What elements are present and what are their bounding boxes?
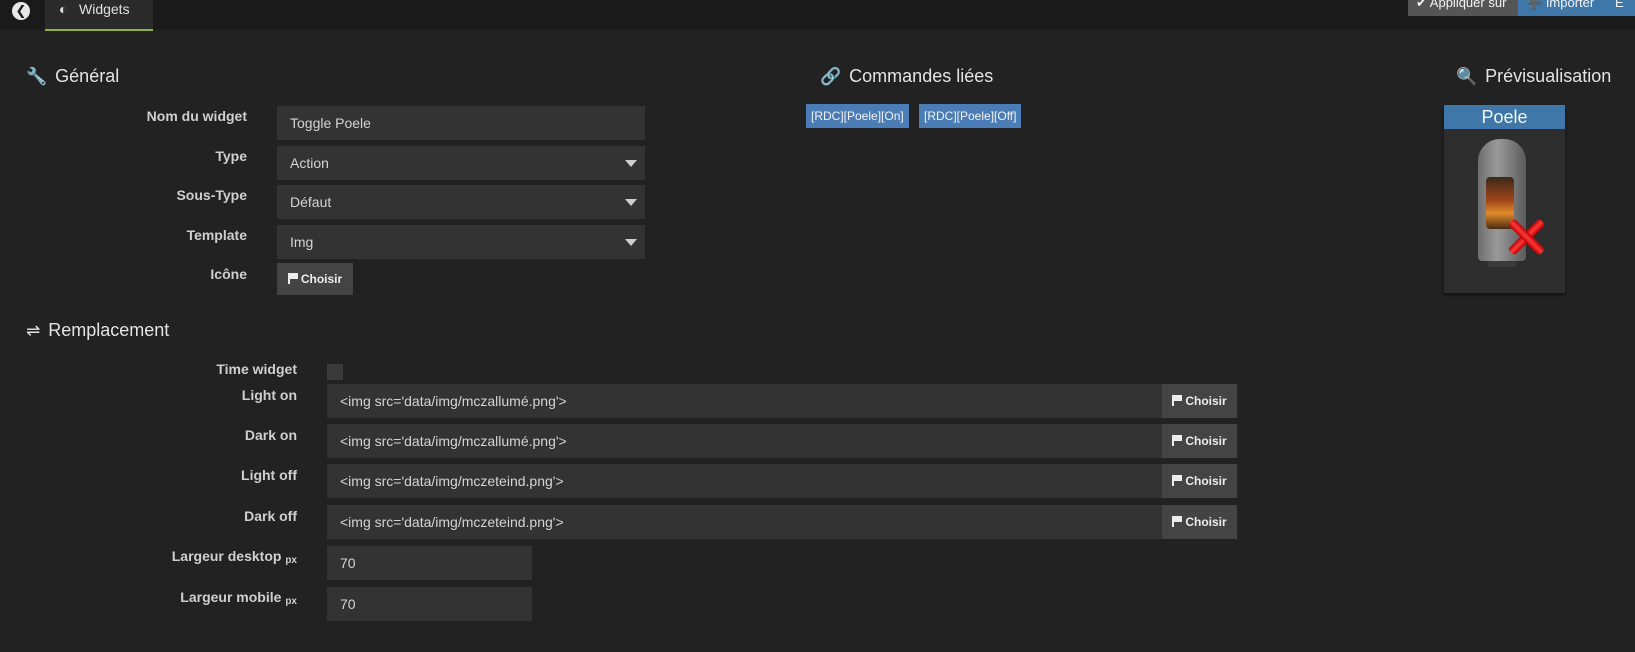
tab-widgets[interactable]: ◐ Widgets <box>45 0 153 31</box>
import-button[interactable]: ➕ Importer <box>1518 0 1607 16</box>
link-icon: 🔗 <box>820 67 842 86</box>
dark-off-label: Dark off <box>244 508 297 524</box>
replacement-title-text: Remplacement <box>48 320 170 340</box>
subtype-label: Sous-Type <box>176 187 247 203</box>
flag-icon <box>1172 516 1183 527</box>
dark-off-input[interactable]: <img src='data/img/mczeteind.png'> <box>327 505 1163 539</box>
preview-title-text: Prévisualisation <box>1485 66 1612 86</box>
desktop-width-unit: px <box>285 555 297 566</box>
template-select-value: Img <box>290 234 314 250</box>
light-off-choose-button[interactable]: Choisir <box>1162 464 1237 498</box>
apply-button[interactable]: ✔ Appliquer sur <box>1408 0 1518 16</box>
flag-icon <box>1172 475 1183 486</box>
tab-widgets-label: Widgets <box>79 1 130 17</box>
linked-commands-title-text: Commandes liées <box>849 66 994 86</box>
subtype-select[interactable]: Défaut <box>277 185 645 219</box>
back-arrow-icon[interactable]: ❮ <box>12 2 30 20</box>
dark-off-choose-label: Choisir <box>1185 515 1227 529</box>
icon-label: Icône <box>210 266 247 282</box>
light-on-label: Light on <box>241 387 297 403</box>
choose-icon-button[interactable]: Choisir <box>277 263 353 295</box>
time-widget-label: Time widget <box>216 361 297 377</box>
import-button-label: Importer <box>1545 0 1595 10</box>
widget-name-label: Nom du widget <box>146 108 247 124</box>
light-on-choose-button[interactable]: Choisir <box>1162 384 1237 418</box>
apply-button-label: Appliquer sur <box>1429 0 1507 10</box>
replacement-section-title: ⇌ Remplacement <box>26 320 169 341</box>
flag-icon <box>1172 395 1183 406</box>
mobile-width-label-text: Largeur mobile <box>180 589 282 605</box>
dark-on-input[interactable]: <img src='data/img/mczallumé.png'> <box>327 424 1163 458</box>
mobile-width-unit: px <box>285 596 297 607</box>
top-bar: ❮ ◐ Widgets ✔ Appliquer sur ➕ Importer E <box>0 0 1635 31</box>
export-button-label: E <box>1615 0 1624 10</box>
chevron-down-icon <box>625 199 637 206</box>
general-title-text: Général <box>55 66 120 86</box>
desktop-width-label: Largeur desktop px <box>172 548 297 566</box>
general-section-title: 🔧 Général <box>26 66 119 87</box>
time-widget-checkbox[interactable] <box>327 364 343 380</box>
wrench-icon: 🔧 <box>26 67 48 86</box>
light-off-choose-label: Choisir <box>1185 474 1227 488</box>
command-tag-on[interactable]: [RDC][Poele][On] <box>806 104 909 128</box>
light-on-choose-label: Choisir <box>1185 394 1227 408</box>
flag-icon <box>1172 435 1183 446</box>
template-select[interactable]: Img <box>277 225 645 259</box>
desktop-width-input[interactable]: 70 <box>327 546 532 580</box>
linked-commands-title: 🔗 Commandes liées <box>820 66 993 87</box>
subtype-select-value: Défaut <box>290 194 332 210</box>
dark-on-choose-label: Choisir <box>1185 434 1227 448</box>
light-off-label: Light off <box>241 467 297 483</box>
dark-on-label: Dark on <box>244 427 297 443</box>
mobile-width-input[interactable]: 70 <box>327 587 532 621</box>
type-select[interactable]: Action <box>277 146 645 180</box>
desktop-width-label-text: Largeur desktop <box>171 548 282 564</box>
chevron-down-icon <box>625 239 637 246</box>
widget-name-input[interactable]: Toggle Poele <box>277 106 645 140</box>
export-button[interactable]: E <box>1607 0 1635 16</box>
search-icon: 🔍 <box>1456 67 1478 86</box>
flag-icon <box>287 273 298 284</box>
command-tag-off[interactable]: [RDC][Poele][Off] <box>919 104 1022 128</box>
light-on-input[interactable]: <img src='data/img/mczallumé.png'> <box>327 384 1163 418</box>
type-label: Type <box>215 148 247 164</box>
stove-icon[interactable] <box>1474 139 1532 269</box>
chevron-down-icon <box>625 160 637 167</box>
preview-title: 🔍 Prévisualisation <box>1456 66 1611 87</box>
dark-off-choose-button[interactable]: Choisir <box>1162 505 1237 539</box>
choose-icon-button-label: Choisir <box>300 272 343 286</box>
template-label: Template <box>186 227 247 243</box>
widget-preview: Poele <box>1444 105 1565 293</box>
preview-widget-name: Poele <box>1444 105 1565 129</box>
stove-foot <box>1488 261 1516 267</box>
shuffle-icon: ⇌ <box>26 321 41 340</box>
dashboard-icon: ◐ <box>59 1 68 17</box>
type-select-value: Action <box>290 155 329 171</box>
dark-on-choose-button[interactable]: Choisir <box>1162 424 1237 458</box>
close-icon <box>1506 217 1546 257</box>
light-off-input[interactable]: <img src='data/img/mczeteind.png'> <box>327 464 1163 498</box>
mobile-width-label: Largeur mobile px <box>180 589 297 607</box>
